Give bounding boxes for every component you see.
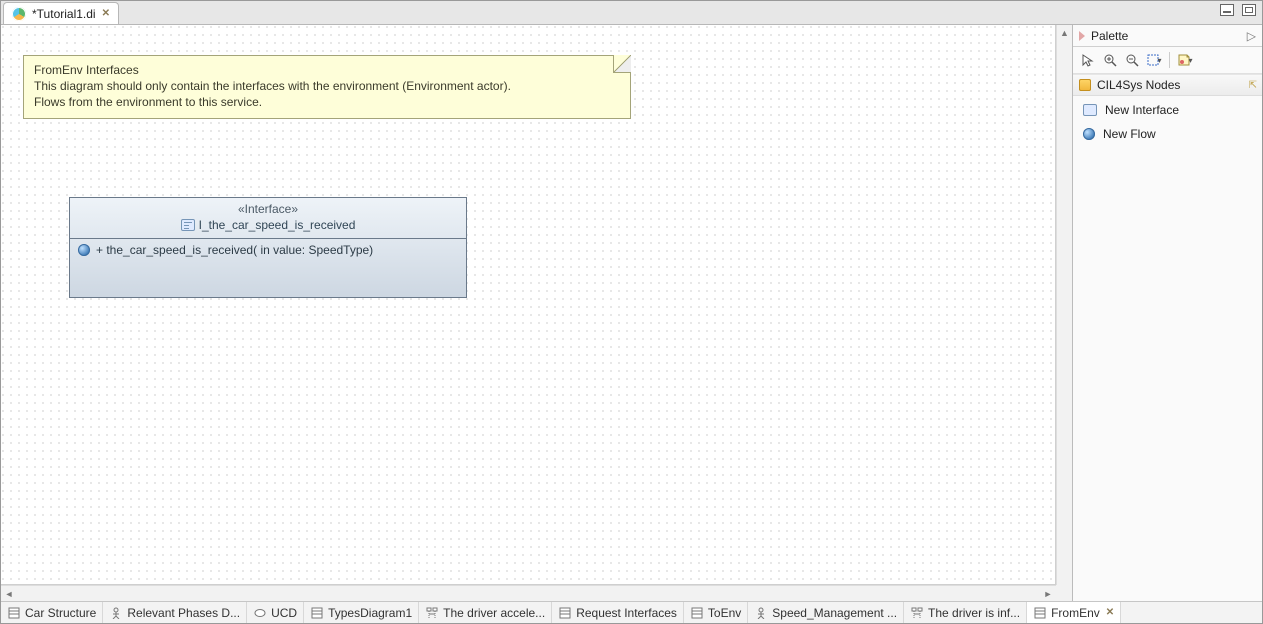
palette-items: New Interface New Flow	[1073, 96, 1262, 148]
marquee-tool[interactable]: ▾	[1145, 51, 1163, 69]
view-tabs-bar: Car Structure Relevant Phases D... UCD Type…	[1, 601, 1262, 623]
palette-panel: Palette ▷ ▾ ▾ CIL4Sys Nodes ⇱ New Interf…	[1072, 25, 1262, 601]
diagram-icon	[910, 606, 924, 620]
view-tab-label: Speed_Management ...	[772, 606, 897, 620]
window-controls	[1220, 4, 1256, 16]
note-dogear-icon	[613, 55, 631, 73]
palette-toolbar: ▾ ▾	[1073, 47, 1262, 74]
canvas-area: FromEnv Interfaces This diagram should o…	[1, 25, 1072, 601]
view-tab-label: Request Interfaces	[576, 606, 677, 620]
diagram-icon	[690, 606, 704, 620]
chevron-right-icon[interactable]: ▷	[1247, 29, 1256, 43]
view-tab-label: The driver is inf...	[928, 606, 1020, 620]
palette-icon	[1079, 31, 1085, 41]
diagram-icon	[7, 606, 21, 620]
pointer-tool[interactable]	[1079, 51, 1097, 69]
interface-icon	[181, 219, 195, 231]
view-tab-label: Relevant Phases D...	[127, 606, 240, 620]
interface-header: «Interface» I_the_car_speed_is_received	[70, 198, 466, 239]
scroll-right-icon[interactable]: ►	[1040, 586, 1056, 601]
maximize-button[interactable]	[1242, 4, 1256, 16]
palette-title: Palette	[1091, 29, 1128, 43]
view-tab[interactable]: Request Interfaces	[552, 602, 684, 623]
note-title: FromEnv Interfaces	[34, 62, 620, 78]
diagram-icon	[109, 606, 123, 620]
separator	[1169, 52, 1170, 68]
diagram-icon	[253, 606, 267, 620]
note-line1: This diagram should only contain the int…	[34, 78, 620, 94]
view-tab[interactable]: The driver is inf...	[904, 602, 1027, 623]
palette-item-label: New Interface	[1105, 103, 1179, 117]
diagram-canvas[interactable]: FromEnv Interfaces This diagram should o…	[1, 25, 1056, 585]
zoom-out-tool[interactable]	[1123, 51, 1141, 69]
view-tab[interactable]: UCD	[247, 602, 304, 623]
view-tab-label: Car Structure	[25, 606, 96, 620]
editor-tab-bar: *Tutorial1.di ✕	[1, 1, 1262, 25]
interface-name: I_the_car_speed_is_received	[199, 218, 356, 232]
view-tab[interactable]: FromEnv ✕	[1027, 602, 1121, 623]
interface-icon	[1083, 104, 1097, 116]
interface-operations: + the_car_speed_is_received( in value: S…	[70, 239, 466, 297]
palette-item-new-flow[interactable]: New Flow	[1081, 126, 1254, 142]
scroll-left-icon[interactable]: ◄	[1, 586, 17, 601]
close-icon[interactable]: ✕	[102, 8, 110, 19]
view-tab-label: FromEnv	[1051, 606, 1100, 620]
editor-tab-active[interactable]: *Tutorial1.di ✕	[3, 2, 119, 24]
diagram-icon	[310, 606, 324, 620]
diagram-icon	[425, 606, 439, 620]
operation-signature: + the_car_speed_is_received( in value: S…	[96, 243, 373, 257]
drawer-icon	[1079, 79, 1091, 91]
comment-note[interactable]: FromEnv Interfaces This diagram should o…	[23, 55, 631, 119]
vertical-scrollbar[interactable]: ▲	[1056, 25, 1072, 585]
drawer-title: CIL4Sys Nodes	[1097, 78, 1180, 92]
close-icon[interactable]: ✕	[1106, 607, 1114, 618]
note-line2: Flows from the environment to this servi…	[34, 94, 620, 110]
diagram-icon	[1033, 606, 1047, 620]
operation-row[interactable]: + the_car_speed_is_received( in value: S…	[78, 243, 458, 257]
view-tab-label: The driver accele...	[443, 606, 545, 620]
scroll-corner	[1056, 585, 1072, 601]
palette-header[interactable]: Palette ▷	[1073, 25, 1262, 47]
horizontal-scrollbar[interactable]: ◄ ►	[1, 585, 1056, 601]
view-tab[interactable]: Relevant Phases D...	[103, 602, 247, 623]
palette-drawer-header[interactable]: CIL4Sys Nodes ⇱	[1073, 74, 1262, 96]
diagram-icon	[754, 606, 768, 620]
view-tab[interactable]: Car Structure	[1, 602, 103, 623]
scroll-up-icon[interactable]: ▲	[1057, 25, 1072, 41]
palette-item-new-interface[interactable]: New Interface	[1081, 102, 1254, 118]
palette-item-label: New Flow	[1103, 127, 1156, 141]
zoom-in-tool[interactable]	[1101, 51, 1119, 69]
view-tab-label: TypesDiagram1	[328, 606, 412, 620]
flow-icon	[78, 244, 90, 256]
note-tool[interactable]: ▾	[1176, 51, 1194, 69]
workbench: FromEnv Interfaces This diagram should o…	[1, 25, 1262, 601]
pin-icon[interactable]: ⇱	[1249, 80, 1256, 91]
editor-tab-title: *Tutorial1.di	[32, 7, 96, 21]
view-tab-label: UCD	[271, 606, 297, 620]
interface-block[interactable]: «Interface» I_the_car_speed_is_received …	[69, 197, 467, 298]
minimize-button[interactable]	[1220, 4, 1234, 16]
view-tab[interactable]: TypesDiagram1	[304, 602, 419, 623]
papyrus-icon	[12, 7, 26, 21]
view-tab-label: ToEnv	[708, 606, 741, 620]
view-tab[interactable]: ToEnv	[684, 602, 748, 623]
view-tab[interactable]: Speed_Management ...	[748, 602, 904, 623]
flow-icon	[1083, 128, 1095, 140]
view-tab[interactable]: The driver accele...	[419, 602, 552, 623]
diagram-icon	[558, 606, 572, 620]
interface-stereotype: «Interface»	[76, 202, 460, 216]
